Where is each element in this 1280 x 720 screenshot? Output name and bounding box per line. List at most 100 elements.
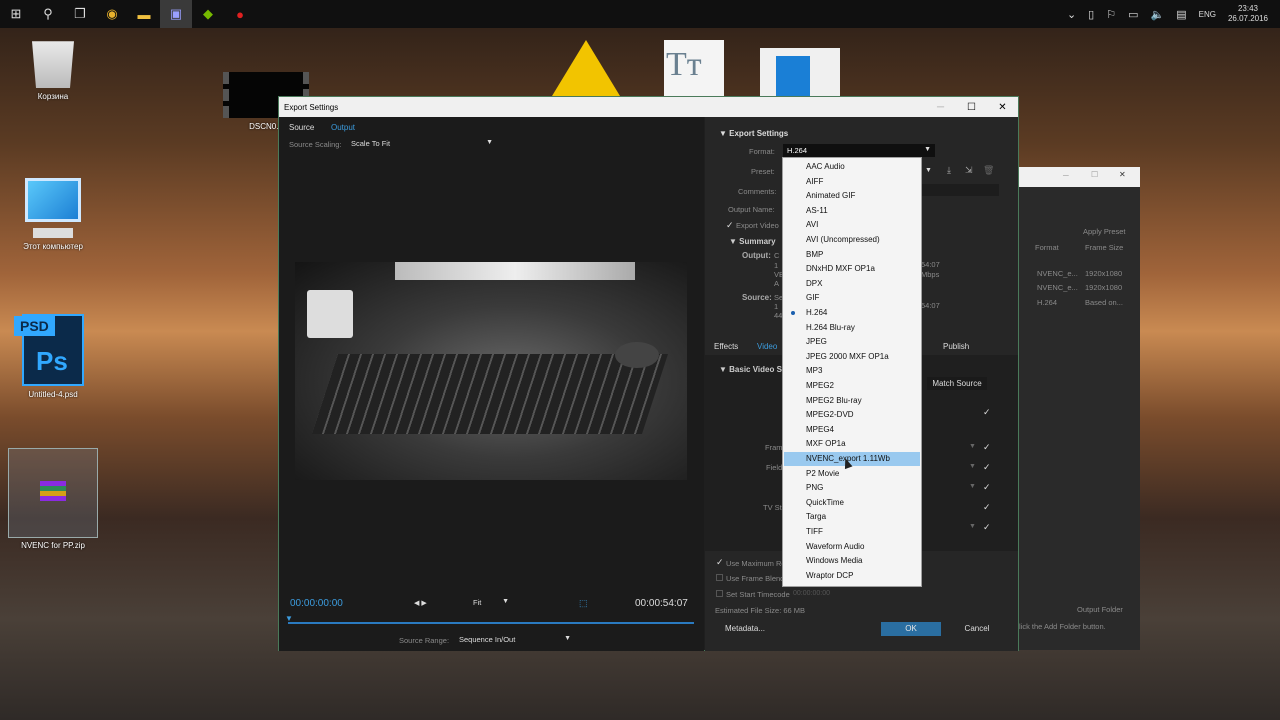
format-option[interactable]: AAC Audio: [784, 160, 920, 174]
setting-checkbox[interactable]: ✓: [983, 462, 991, 473]
maximize-icon[interactable]: ☐: [1091, 170, 1098, 179]
close-button[interactable]: ✕: [987, 97, 1018, 117]
format-option[interactable]: Wraptor DCP: [784, 569, 920, 583]
format-option[interactable]: DNxHD MXF OP1a: [784, 262, 920, 276]
timecode-start[interactable]: 00:00:00:00: [290, 598, 343, 609]
format-option[interactable]: Windows Media: [784, 554, 920, 568]
format-option[interactable]: QuickTime: [784, 496, 920, 510]
format-option[interactable]: MPEG2: [784, 379, 920, 393]
action-center-icon[interactable]: ⚐: [1106, 8, 1116, 21]
zoom-fit-dropdown[interactable]: Fit ▼: [469, 596, 513, 609]
format-option[interactable]: GIF: [784, 291, 920, 305]
queue-row-format[interactable]: H.264: [1037, 298, 1057, 307]
format-dropdown[interactable]: H.264 ▼: [783, 144, 935, 157]
format-option[interactable]: AVI: [784, 218, 920, 232]
format-option[interactable]: NVENC_export 1.11Wb: [784, 452, 920, 466]
document-desktop-icon[interactable]: [760, 48, 840, 96]
crop-icon[interactable]: ⬚: [579, 598, 588, 609]
format-option[interactable]: MP3: [784, 364, 920, 378]
caret-down-icon[interactable]: ▼: [969, 443, 976, 450]
network-icon[interactable]: ▭: [1128, 8, 1138, 21]
format-option[interactable]: MXF OP1a: [784, 437, 920, 451]
format-option[interactable]: MPEG2-DVD: [784, 408, 920, 422]
format-option[interactable]: AIFF: [784, 175, 920, 189]
frame-blending-checkbox[interactable]: [716, 574, 723, 581]
caret-down-icon[interactable]: ▼: [969, 463, 976, 470]
format-option[interactable]: MPEG4: [784, 423, 920, 437]
premiere-taskbar-button[interactable]: ▣: [160, 0, 192, 28]
queue-row-format[interactable]: NVENC_e...: [1037, 283, 1078, 292]
delete-preset-icon[interactable]: 🗑: [983, 165, 994, 176]
format-option[interactable]: AVI (Uncompressed): [784, 233, 920, 247]
comments-input[interactable]: [919, 184, 999, 196]
export-video-checkbox[interactable]: ✓: [726, 220, 734, 231]
preset-caret-icon[interactable]: ▼: [925, 167, 932, 174]
tab-effects[interactable]: Effects: [714, 342, 738, 351]
source-range-dropdown[interactable]: Sequence In/Out ▼: [455, 633, 575, 646]
font-file-desktop-icon[interactable]: Tт: [664, 40, 724, 96]
summary-toggle[interactable]: ▼ Summary: [729, 237, 776, 246]
volume-icon[interactable]: 🔈: [1151, 8, 1165, 21]
format-option[interactable]: TIFF: [784, 525, 920, 539]
battery-icon[interactable]: ▯: [1088, 8, 1094, 21]
explorer-taskbar-button[interactable]: ▬: [128, 0, 160, 28]
nvidia-taskbar-button[interactable]: ◆: [192, 0, 224, 28]
caret-down-icon[interactable]: ▼: [969, 483, 976, 490]
queue-row-format[interactable]: NVENC_e...: [1037, 269, 1078, 278]
nvenc-zip-desktop-icon[interactable]: NVENC for PP.zip: [8, 448, 98, 550]
minimize-icon[interactable]: ─: [1063, 171, 1069, 180]
tab-output[interactable]: Output: [331, 123, 355, 132]
format-option[interactable]: H.264 Blu-ray: [784, 321, 920, 335]
format-option[interactable]: PNG: [784, 481, 920, 495]
format-option[interactable]: Waveform Audio: [784, 540, 920, 554]
close-icon[interactable]: ✕: [1119, 170, 1126, 179]
tab-publish[interactable]: Publish: [943, 342, 969, 351]
keyboard-icon[interactable]: ▤: [1176, 8, 1186, 21]
format-option[interactable]: P2 Movie: [784, 467, 920, 481]
metadata-button[interactable]: Metadata...: [717, 622, 773, 636]
warning-desktop-icon[interactable]: [552, 40, 620, 96]
basic-video-settings-toggle[interactable]: ▼ Basic Video Se: [719, 365, 786, 374]
tab-source[interactable]: Source: [289, 123, 314, 132]
setting-checkbox[interactable]: ✓: [983, 442, 991, 453]
format-option[interactable]: H.264: [784, 306, 920, 320]
setting-checkbox[interactable]: ✓: [983, 502, 991, 513]
format-option[interactable]: Animated GIF: [784, 189, 920, 203]
timeline-scrubber[interactable]: [288, 622, 694, 624]
psd-file-desktop-icon[interactable]: PSD Ps Untitled-4.psd: [8, 314, 98, 399]
maximize-button[interactable]: ☐: [956, 97, 987, 117]
format-option[interactable]: DPX: [784, 277, 920, 291]
apply-preset-button[interactable]: Apply Preset: [1083, 227, 1126, 236]
chevron-up-icon[interactable]: ⌄: [1067, 8, 1076, 21]
tab-video[interactable]: Video: [757, 342, 777, 351]
use-max-render-checkbox[interactable]: ✓: [716, 557, 724, 568]
mark-in-icon[interactable]: ◀ ▶: [414, 599, 427, 607]
search-button[interactable]: ⚲: [32, 0, 64, 28]
recycle-bin-desktop-icon[interactable]: Корзина: [8, 36, 98, 101]
chrome-taskbar-button[interactable]: ◉: [96, 0, 128, 28]
cancel-button[interactable]: Cancel: [949, 622, 1005, 636]
start-timecode-value[interactable]: 00:00:00:00: [793, 590, 830, 597]
ok-button[interactable]: OK: [881, 622, 941, 636]
match-source-button[interactable]: Match Source: [927, 377, 987, 390]
save-preset-icon[interactable]: ⤓: [947, 165, 951, 176]
start-timecode-checkbox[interactable]: [716, 590, 723, 597]
format-option[interactable]: Targa: [784, 510, 920, 524]
minimize-button[interactable]: ─: [925, 97, 956, 117]
format-option[interactable]: MPEG2 Blu-ray: [784, 394, 920, 408]
task-view-button[interactable]: ❐: [64, 0, 96, 28]
setting-checkbox[interactable]: ✓: [983, 407, 991, 418]
export-settings-section-title[interactable]: ▼ Export Settings: [719, 129, 788, 138]
format-option[interactable]: JPEG: [784, 335, 920, 349]
start-button[interactable]: ⊞: [0, 0, 32, 28]
setting-checkbox[interactable]: ✓: [983, 522, 991, 533]
playhead-icon[interactable]: ▼: [285, 614, 293, 623]
format-option[interactable]: AS-11: [784, 204, 920, 218]
clock[interactable]: 23:43 26.07.2016: [1228, 4, 1268, 24]
format-option[interactable]: BMP: [784, 248, 920, 262]
format-option[interactable]: JPEG 2000 MXF OP1a: [784, 350, 920, 364]
setting-checkbox[interactable]: ✓: [983, 482, 991, 493]
caret-down-icon[interactable]: ▼: [969, 523, 976, 530]
this-pc-desktop-icon[interactable]: Этот компьютер: [8, 178, 98, 251]
recorder-taskbar-button[interactable]: ●: [224, 0, 256, 28]
